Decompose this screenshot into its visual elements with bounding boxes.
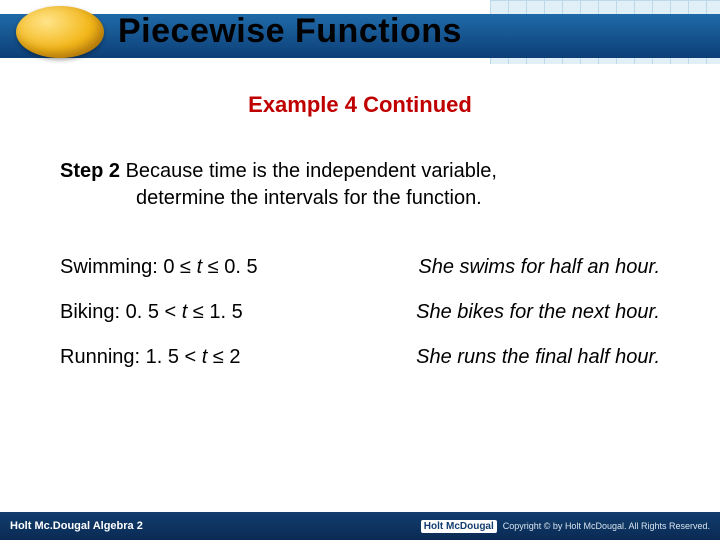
footer: Holt Mc.Dougal Algebra 2 Holt McDougal C… xyxy=(0,512,720,540)
step-label: Step 2 xyxy=(60,160,120,182)
interval-cell: Swimming: 0 ≤ t ≤ 0. 5 xyxy=(60,256,350,279)
table-row: Biking: 0. 5 < t ≤ 1. 5 She bikes for th… xyxy=(60,301,660,324)
interval-desc: She swims for half an hour. xyxy=(350,256,660,279)
footer-copyright: Copyright © by Holt McDougal. All Rights… xyxy=(503,521,710,531)
activity-label: Running: xyxy=(60,346,140,368)
interval-post: ≤ 0. 5 xyxy=(202,256,257,278)
content: Step 2 Because time is the independent v… xyxy=(0,118,720,369)
table-row: Swimming: 0 ≤ t ≤ 0. 5 She swims for hal… xyxy=(60,256,660,279)
activity-label: Swimming: xyxy=(60,256,158,278)
footer-logo: Holt McDougal xyxy=(421,520,497,533)
footer-left-text: Holt Mc.Dougal Algebra 2 xyxy=(10,520,143,532)
intervals-table: Swimming: 0 ≤ t ≤ 0. 5 She swims for hal… xyxy=(60,256,660,369)
interval-cell: Running: 1. 5 < t ≤ 2 xyxy=(60,346,350,369)
footer-right: Holt McDougal Copyright © by Holt McDoug… xyxy=(421,520,710,533)
step-line: Step 2 Because time is the independent v… xyxy=(60,158,660,212)
table-row: Running: 1. 5 < t ≤ 2 She runs the final… xyxy=(60,346,660,369)
step-text-1: Because time is the independent variable… xyxy=(126,160,497,182)
example-subtitle: Example 4 Continued xyxy=(0,92,720,118)
interval-pre: 0 ≤ xyxy=(163,256,196,278)
interval-cell: Biking: 0. 5 < t ≤ 1. 5 xyxy=(60,301,350,324)
step-text-2: determine the intervals for the function… xyxy=(136,185,660,212)
activity-label: Biking: xyxy=(60,301,120,323)
interval-post: ≤ 1. 5 xyxy=(187,301,242,323)
interval-post: ≤ 2 xyxy=(207,346,240,368)
interval-pre: 0. 5 < xyxy=(126,301,182,323)
interval-pre: 1. 5 < xyxy=(146,346,202,368)
header-oval-icon xyxy=(16,6,104,58)
header: Piecewise Functions xyxy=(0,0,720,64)
interval-desc: She bikes for the next hour. xyxy=(350,301,660,324)
interval-desc: She runs the final half hour. xyxy=(350,346,660,369)
page-title: Piecewise Functions xyxy=(118,12,462,51)
